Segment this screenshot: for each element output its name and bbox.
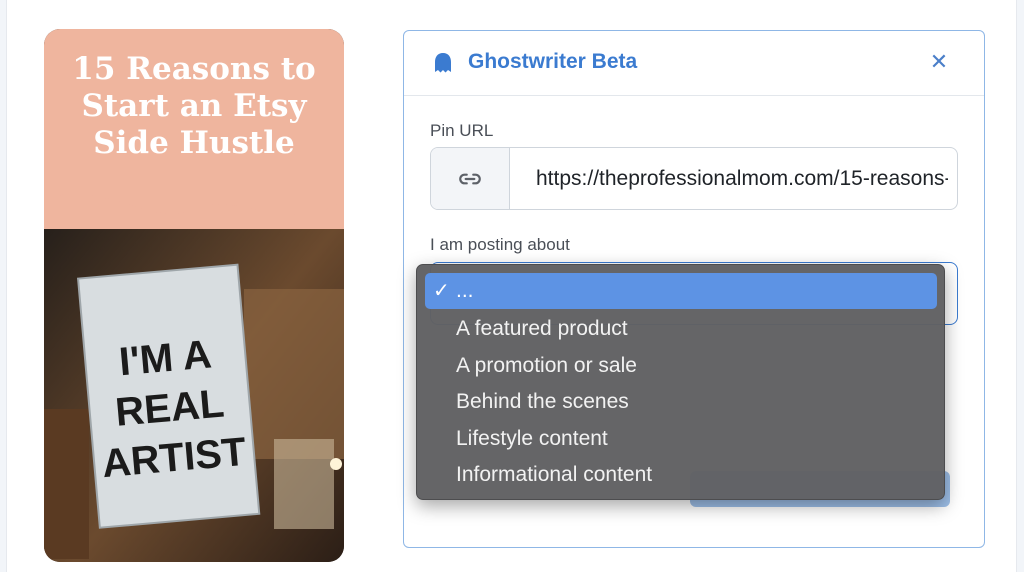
pin-url-field bbox=[430, 147, 958, 210]
pin-wave bbox=[44, 179, 344, 216]
topic-option-featured-product[interactable]: A featured product bbox=[425, 311, 937, 347]
pin-header-band: 15 Reasons to Start an Etsy Side Hustle bbox=[44, 29, 344, 229]
topic-option-behind-scenes[interactable]: Behind the scenes bbox=[425, 384, 937, 420]
topic-dropdown-menu: ✓ ... A featured product A promotion or … bbox=[416, 264, 945, 500]
pin-preview-pane: I'M A REAL ARTIST 15 Reasons to Start an… bbox=[6, 0, 370, 572]
pin-url-input[interactable] bbox=[510, 148, 950, 209]
pin-title: 15 Reasons to Start an Etsy Side Hustle bbox=[72, 51, 316, 161]
url-addon bbox=[431, 148, 510, 209]
checkmark-icon: ✓ bbox=[433, 280, 450, 302]
link-icon bbox=[459, 173, 481, 185]
close-icon[interactable]: ✕ bbox=[924, 47, 954, 77]
pin-preview-card: I'M A REAL ARTIST 15 Reasons to Start an… bbox=[44, 29, 344, 562]
panel-header: Ghostwriter Beta ✕ bbox=[404, 31, 984, 96]
topic-option-lifestyle[interactable]: Lifestyle content bbox=[425, 421, 937, 457]
pin-url-label: Pin URL bbox=[430, 121, 494, 140]
topic-option-default[interactable]: ✓ ... bbox=[425, 273, 937, 309]
ghost-icon bbox=[435, 53, 451, 73]
topic-label: I am posting about bbox=[430, 235, 570, 254]
topic-option-promotion[interactable]: A promotion or sale bbox=[425, 348, 937, 384]
sign-line-1: I'M A bbox=[117, 332, 213, 384]
topic-option-informational[interactable]: Informational content bbox=[425, 457, 937, 493]
panel-title: Ghostwriter Beta bbox=[468, 50, 638, 73]
